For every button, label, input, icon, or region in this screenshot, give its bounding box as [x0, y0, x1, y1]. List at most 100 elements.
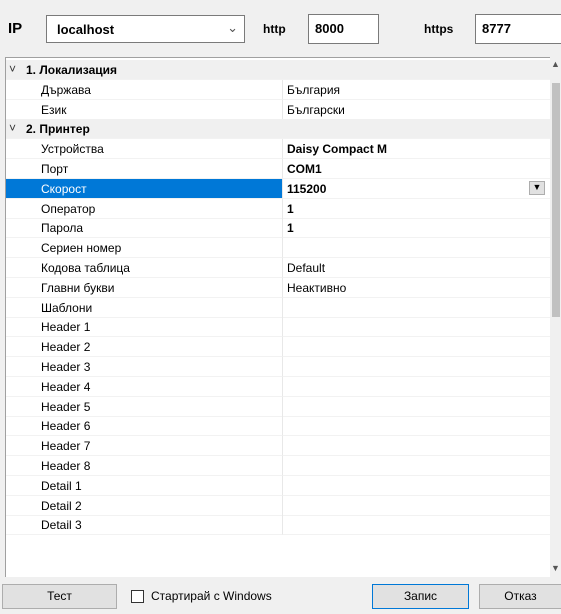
save-button[interactable]: Запис [372, 584, 469, 609]
property-grid[interactable]: ˅ 1. Локализация Държава България Език Българ… [5, 57, 561, 577]
property-name-cell[interactable]: Сериен номер [6, 238, 282, 258]
vertical-scrollbar[interactable]: ▲ ▼ [550, 57, 561, 577]
save-button-label: Запис [403, 589, 438, 603]
property-name-cell[interactable]: Header 7 [6, 436, 282, 456]
grid-property-row[interactable]: Header 5 [6, 397, 551, 417]
property-value-cell[interactable]: Български [282, 100, 551, 120]
property-value-cell[interactable] [282, 436, 551, 456]
property-value-cell[interactable] [282, 456, 551, 476]
grid-property-row[interactable]: Detail 3 [6, 515, 551, 535]
grid-property-row[interactable]: Кодова таблица Default [6, 258, 551, 278]
grid-property-row[interactable]: Устройства Daisy Compact M [6, 139, 551, 159]
grid-property-row[interactable]: Сериен номер [6, 238, 551, 258]
grid-property-row[interactable]: Парола 1 [6, 218, 551, 238]
property-value-cell[interactable] [282, 357, 551, 377]
property-value-cell[interactable] [282, 397, 551, 417]
grid-property-row[interactable]: Header 1 [6, 317, 551, 337]
property-value-cell[interactable] [282, 298, 551, 318]
grid-property-row[interactable]: Header 6 [6, 416, 551, 436]
category-spacer [282, 119, 551, 139]
category-label: 1. Локализация [26, 63, 118, 77]
property-name-cell[interactable]: Header 6 [6, 416, 282, 436]
test-button[interactable]: Тест [2, 584, 117, 609]
grid-property-row[interactable]: Порт COM1 [6, 159, 551, 179]
property-value: COM1 [287, 162, 322, 176]
property-value-cell[interactable]: Default [282, 258, 551, 278]
category-header[interactable]: ˅ 2. Принтер [6, 119, 282, 139]
http-port-input[interactable]: 8000 [308, 14, 379, 44]
property-name-cell[interactable]: Порт [6, 159, 282, 179]
grid-property-row[interactable]: Език Български [6, 100, 551, 120]
scroll-up-icon[interactable]: ▲ [550, 59, 561, 69]
grid-property-row[interactable]: Оператор 1 [6, 199, 551, 219]
property-label: Header 8 [41, 459, 91, 473]
property-value-cell[interactable] [282, 317, 551, 337]
property-name-cell[interactable]: Header 3 [6, 357, 282, 377]
collapse-chevron-icon[interactable]: ˅ [9, 121, 16, 135]
property-value-cell[interactable] [282, 337, 551, 357]
property-name-cell[interactable]: Скорост [6, 179, 282, 199]
dropdown-arrow-icon[interactable]: ▼ [529, 181, 545, 195]
property-name-cell[interactable]: Език [6, 100, 282, 120]
property-value-cell[interactable] [282, 416, 551, 436]
property-value-cell[interactable]: COM1 [282, 159, 551, 179]
grid-category-row[interactable]: ˅ 1. Локализация [6, 60, 551, 80]
property-name-cell[interactable]: Detail 3 [6, 515, 282, 535]
grid-property-row[interactable]: Header 7 [6, 436, 551, 456]
property-name-cell[interactable]: Header 4 [6, 377, 282, 397]
cancel-button[interactable]: Отказ [479, 584, 561, 609]
property-value: 115200 [287, 182, 327, 196]
chevron-down-icon[interactable]: ⌄ [227, 20, 238, 36]
property-name-cell[interactable]: Detail 2 [6, 496, 282, 516]
property-name-cell[interactable]: Header 5 [6, 397, 282, 417]
https-label: https [424, 22, 454, 36]
grid-property-row[interactable]: Шаблони [6, 298, 551, 318]
property-name-cell[interactable]: Header 1 [6, 317, 282, 337]
ip-combobox[interactable]: localhost ⌄ [46, 15, 245, 43]
scrollbar-thumb[interactable] [552, 83, 560, 317]
property-name-cell[interactable]: Шаблони [6, 298, 282, 318]
property-value-cell[interactable] [282, 476, 551, 496]
property-value: Default [287, 261, 326, 275]
property-value-cell[interactable]: 115200 ▼ [282, 179, 551, 199]
property-name-cell[interactable]: Държава [6, 80, 282, 100]
property-label: Header 1 [41, 320, 91, 334]
property-value-cell[interactable]: България [282, 80, 551, 100]
grid-category-row[interactable]: ˅ 2. Принтер [6, 119, 551, 139]
category-header[interactable]: ˅ 1. Локализация [6, 60, 282, 80]
grid-property-row[interactable]: Header 3 [6, 357, 551, 377]
autostart-label[interactable]: Стартирай с Windows [151, 589, 272, 603]
property-value-cell[interactable] [282, 496, 551, 516]
property-value-cell[interactable]: 1 [282, 218, 551, 238]
property-name-cell[interactable]: Главни букви [6, 278, 282, 298]
property-label: Държава [41, 83, 91, 97]
grid-property-row[interactable]: Detail 2 [6, 496, 551, 516]
property-name-cell[interactable]: Оператор [6, 199, 282, 219]
https-port-input[interactable]: 8777 [475, 14, 561, 44]
property-name-cell[interactable]: Устройства [6, 139, 282, 159]
ip-value: localhost [57, 22, 115, 37]
property-name-cell[interactable]: Header 2 [6, 337, 282, 357]
grid-property-row[interactable]: Detail 1 [6, 476, 551, 496]
property-name-cell[interactable]: Парола [6, 218, 282, 238]
property-name-cell[interactable]: Detail 1 [6, 476, 282, 496]
grid-property-row[interactable]: Скорост 115200 ▼ [6, 179, 551, 199]
grid-property-row[interactable]: Главни букви Неактивно [6, 278, 551, 298]
property-value-cell[interactable]: 1 [282, 199, 551, 219]
grid-property-row[interactable]: Header 8 [6, 456, 551, 476]
property-value-cell[interactable] [282, 238, 551, 258]
property-value: Daisy Compact M [287, 142, 388, 156]
grid-property-row[interactable]: Държава България [6, 80, 551, 100]
grid-property-row[interactable]: Header 4 [6, 377, 551, 397]
collapse-chevron-icon[interactable]: ˅ [9, 62, 16, 76]
property-value-cell[interactable] [282, 377, 551, 397]
grid-property-row[interactable]: Header 2 [6, 337, 551, 357]
property-name-cell[interactable]: Кодова таблица [6, 258, 282, 278]
property-value-cell[interactable]: Daisy Compact M [282, 139, 551, 159]
property-value-cell[interactable]: Неактивно [282, 278, 551, 298]
category-label: 2. Принтер [26, 122, 90, 136]
property-value-cell[interactable] [282, 515, 551, 535]
autostart-checkbox[interactable] [131, 590, 144, 603]
scroll-down-icon[interactable]: ▼ [550, 563, 561, 573]
property-name-cell[interactable]: Header 8 [6, 456, 282, 476]
